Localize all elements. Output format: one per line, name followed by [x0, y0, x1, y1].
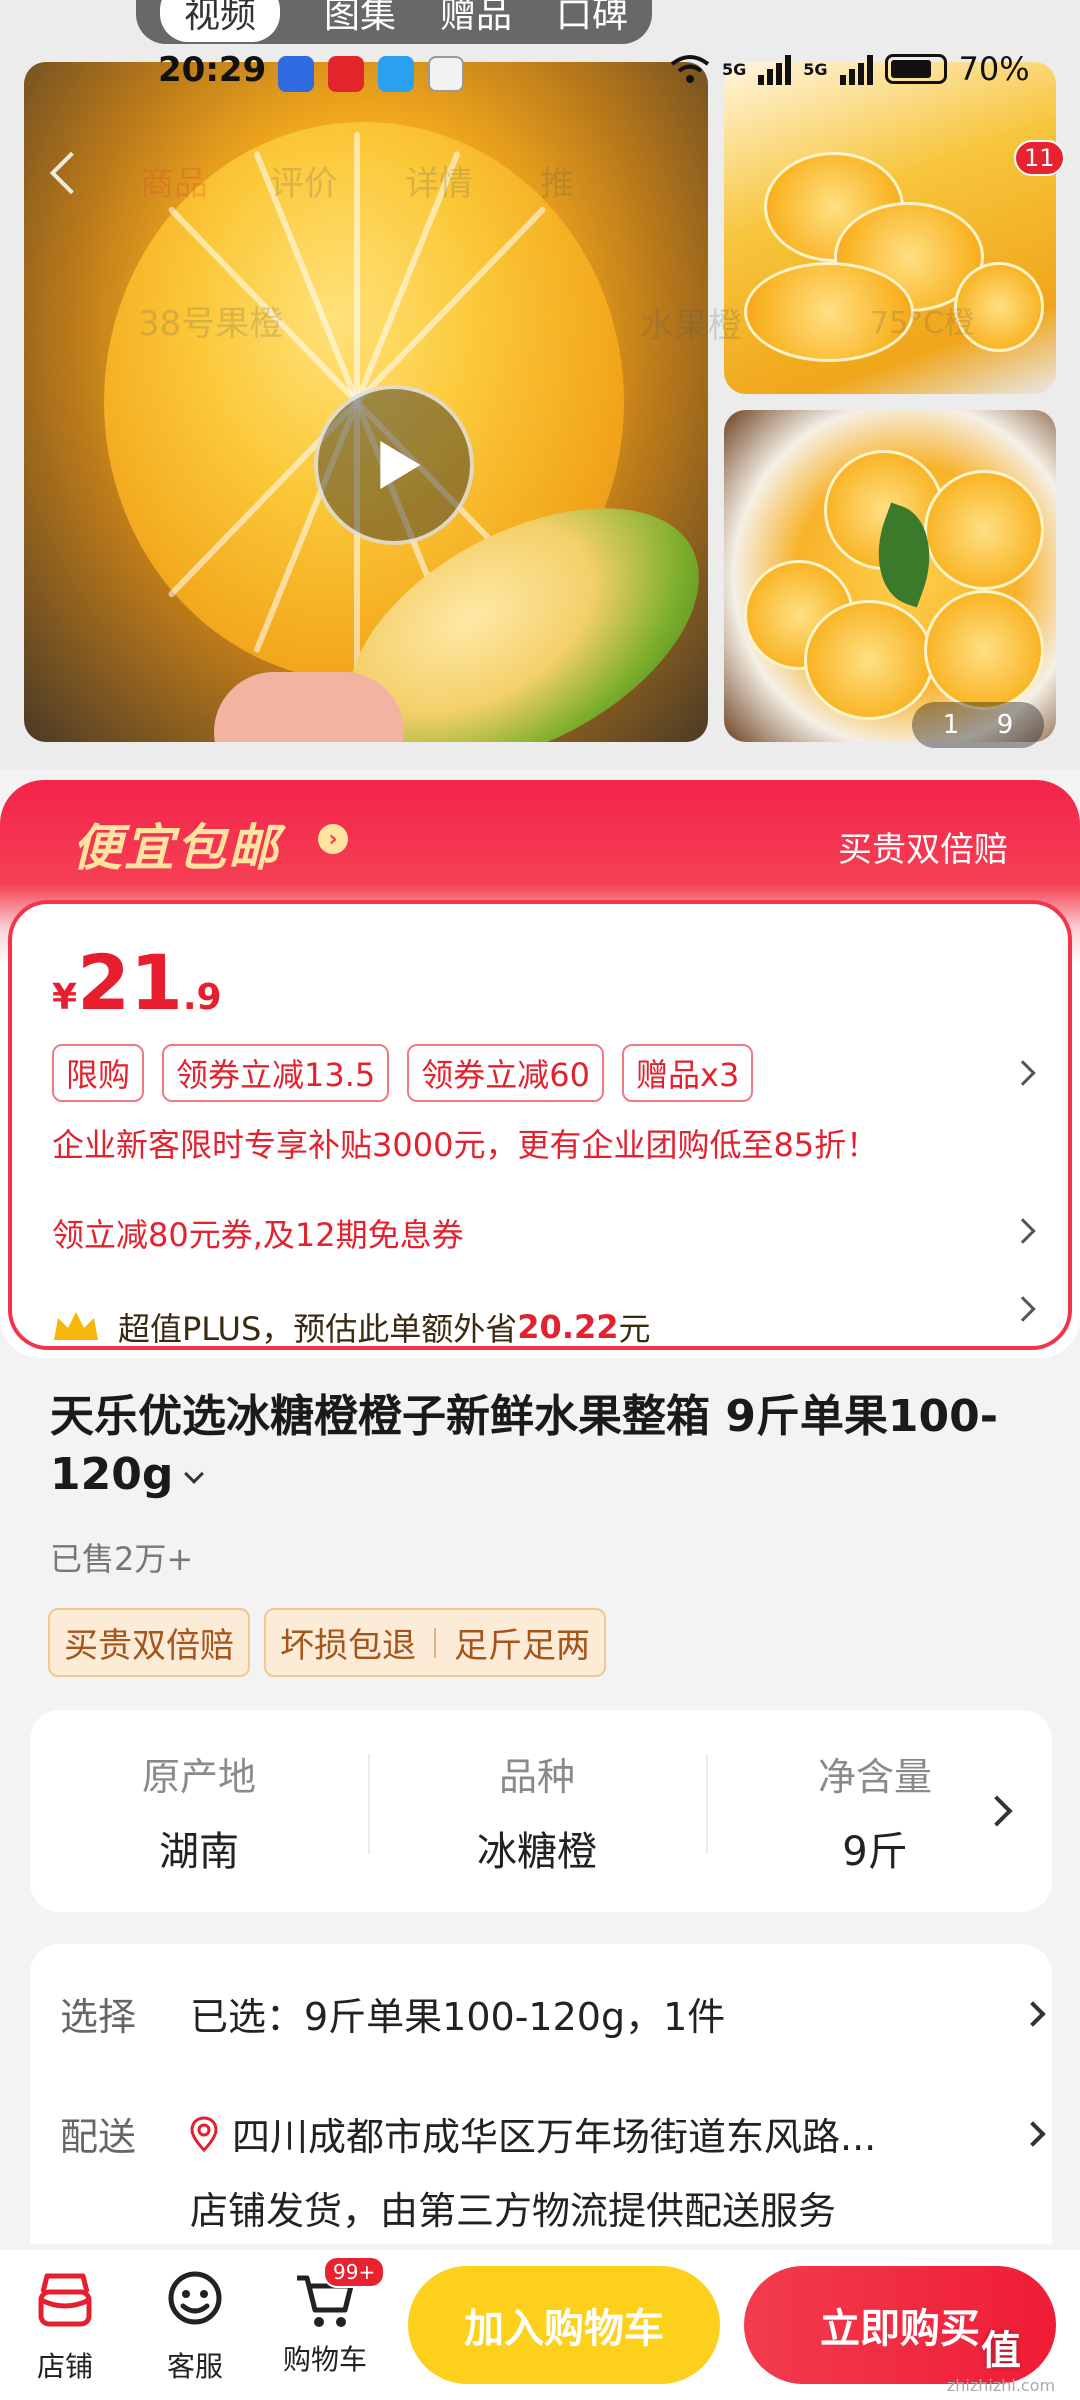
- attr-value: 湖南: [159, 1828, 239, 1875]
- store-button[interactable]: 店铺: [10, 2270, 120, 2385]
- ghost-search-hint-2: 75°C橙: [870, 306, 975, 341]
- product-title-text: 天乐优选冰糖橙橙子新鲜水果整箱 9斤单果100-120g: [50, 1391, 999, 1500]
- promo-card: 便宜包邮 › 买贵双倍赔 ¥21.9 限购 领券立减13.5 领券立减60 赠品…: [0, 780, 1080, 1358]
- promo-title[interactable]: 便宜包邮: [72, 808, 280, 880]
- crown-icon: [54, 1312, 98, 1340]
- media-tabs: 视频 图集 赠品 口碑: [136, 0, 653, 44]
- attr-key: 净含量: [817, 1754, 932, 1799]
- thumbnail-1[interactable]: [724, 62, 1056, 394]
- cart-icon-wrap: 99+: [293, 2256, 386, 2330]
- chevron-right-icon[interactable]: [1010, 1218, 1036, 1244]
- attr-variety: 品种 冰糖橙: [368, 1746, 706, 1877]
- attr-key: 品种: [498, 1754, 575, 1799]
- price-guarantee-text: 买贵双倍赔: [838, 830, 1008, 870]
- watermark-url: zhizhizhi.com: [946, 2376, 1056, 2395]
- watermark-logo: 值: [981, 2328, 1021, 2374]
- shipping-note-row: 店铺发货，由第三方物流提供配送服务: [190, 2180, 836, 2235]
- shipping-note: 店铺发货，由第三方物流提供配送服务: [190, 2189, 837, 2233]
- shipping-label: 配送: [60, 2115, 137, 2159]
- thumbnail-2[interactable]: [724, 410, 1056, 742]
- price-currency: ¥: [52, 977, 78, 1018]
- coupon-line[interactable]: 领立减80元券,及12期免息券: [52, 1210, 464, 1256]
- plus-amount: 20.22: [517, 1308, 619, 1346]
- location-pin-icon: [190, 2115, 218, 2152]
- shipping-row[interactable]: 配送 四川成都市成华区万年场街道东风路...: [60, 2106, 1046, 2161]
- price-integer: 21: [77, 938, 183, 1027]
- badge-damage-refund: 坏损包退: [280, 1626, 416, 1666]
- chevron-right-icon[interactable]: ›: [318, 824, 348, 854]
- tab-gift[interactable]: 赠品: [440, 0, 512, 38]
- chevron-right-icon[interactable]: [1010, 1296, 1036, 1322]
- store-label: 店铺: [36, 2350, 93, 2383]
- chevron-down-icon[interactable]: [184, 1464, 205, 1484]
- product-attributes[interactable]: 原产地 湖南 品种 冰糖橙 净含量 9斤: [30, 1710, 1052, 1912]
- tag-coupon-1: 领券立减13.5: [162, 1044, 390, 1102]
- media-gallery: 11 1 9 商品 评价 详情 推 38号果橙 水果橙 75°C橙 视频 图集 …: [0, 0, 1080, 770]
- bottom-action-bar: 店铺 客服 99+ 购物车 加入购物车 立即购买: [0, 2250, 1080, 2400]
- plus-unit: 元: [618, 1310, 651, 1348]
- hand-image: [214, 672, 404, 742]
- orange-slice: [924, 470, 1044, 590]
- orange-slice: [924, 590, 1044, 710]
- ghost-search-hint: 水果橙: [640, 306, 742, 346]
- add-to-cart-button[interactable]: 加入购物车: [408, 2266, 720, 2384]
- chevron-right-icon[interactable]: [1010, 1060, 1036, 1086]
- service-badges[interactable]: 买贵双倍赔 坏损包退 足斤足两: [48, 1608, 606, 1677]
- sold-count: 已售2万+: [50, 1540, 194, 1578]
- attr-value: 冰糖橙: [477, 1828, 597, 1875]
- selection-card: 选择 已选：9斤单果100-120g，1件 配送 四川成都市成华区万年场街道东风…: [30, 1944, 1052, 2244]
- ghost-tab-product: 商品: [140, 164, 208, 204]
- store-icon: [38, 2273, 92, 2327]
- tab-reputation[interactable]: 口碑: [556, 0, 628, 38]
- tab-album[interactable]: 图集: [324, 0, 396, 38]
- tag-limit: 限购: [52, 1044, 145, 1102]
- select-row[interactable]: 选择 已选：9斤单果100-120g，1件: [60, 1986, 1046, 2041]
- price-decimal: .9: [182, 977, 222, 1018]
- price-panel: ¥21.9 限购 领券立减13.5 领券立减60 赠品x3 企业新客限时专享补贴…: [8, 900, 1072, 1350]
- attr-key: 原产地: [141, 1754, 256, 1799]
- badge-full-weight: 足斤足两: [454, 1626, 590, 1666]
- pager-current: 1: [942, 710, 960, 740]
- plus-text: 超值PLUS，预估此单额外省: [118, 1310, 518, 1348]
- main-product-video[interactable]: [24, 62, 708, 742]
- ghost-tab-detail: 详情: [405, 164, 473, 204]
- tag-coupon-2: 领券立减60: [407, 1044, 605, 1102]
- chevron-right-icon[interactable]: [1020, 2000, 1046, 2027]
- plus-savings[interactable]: 超值PLUS，预估此单额外省 20.22 元: [52, 1304, 651, 1350]
- select-value: 已选：9斤单果100-120g，1件: [190, 1995, 726, 2039]
- tab-video[interactable]: 视频: [160, 0, 281, 42]
- select-label: 选择: [60, 1995, 137, 2039]
- ghost-tab-review: 评价: [270, 164, 338, 204]
- customer-service-icon: [168, 2271, 222, 2325]
- product-title[interactable]: 天乐优选冰糖橙橙子新鲜水果整箱 9斤单果100-120g: [50, 1388, 1030, 1504]
- shipping-address: 四川成都市成华区万年场街道东风路...: [232, 2115, 877, 2159]
- image-count-badge: 11: [1014, 140, 1065, 176]
- chevron-right-icon[interactable]: [1020, 2120, 1046, 2147]
- cart-label: 购物车: [282, 2343, 367, 2376]
- enterprise-subsidy-text[interactable]: 企业新客限时专享补贴3000元，更有企业团购低至85折！: [52, 1120, 878, 1166]
- attr-origin: 原产地 湖南: [30, 1746, 368, 1877]
- divider: [434, 1627, 436, 1658]
- customer-service-label: 客服: [166, 2350, 223, 2383]
- gallery-pager: 1 9: [912, 702, 1044, 748]
- play-icon[interactable]: [314, 385, 474, 545]
- watermark: 值 zhizhizhi.com: [936, 2318, 1066, 2395]
- ghost-tab-recommend: 推: [540, 164, 574, 204]
- ghost-search-text: 38号果橙: [138, 304, 284, 344]
- attr-value: 9斤: [842, 1828, 908, 1875]
- badge-price-guarantee: 买贵双倍赔: [48, 1608, 250, 1677]
- cart-count-badge: 99+: [323, 2256, 386, 2288]
- badge-service-group: 坏损包退 足斤足两: [264, 1608, 606, 1677]
- orange-slice: [804, 600, 934, 720]
- pager-total: 9: [996, 710, 1014, 740]
- customer-service-button[interactable]: 客服: [140, 2270, 250, 2385]
- cart-button[interactable]: 99+ 购物车: [270, 2256, 386, 2378]
- tag-gift: 赠品x3: [622, 1044, 754, 1102]
- price: ¥21.9: [52, 938, 222, 1027]
- coupon-tags[interactable]: 限购 领券立减13.5 领券立减60 赠品x3: [52, 1044, 754, 1102]
